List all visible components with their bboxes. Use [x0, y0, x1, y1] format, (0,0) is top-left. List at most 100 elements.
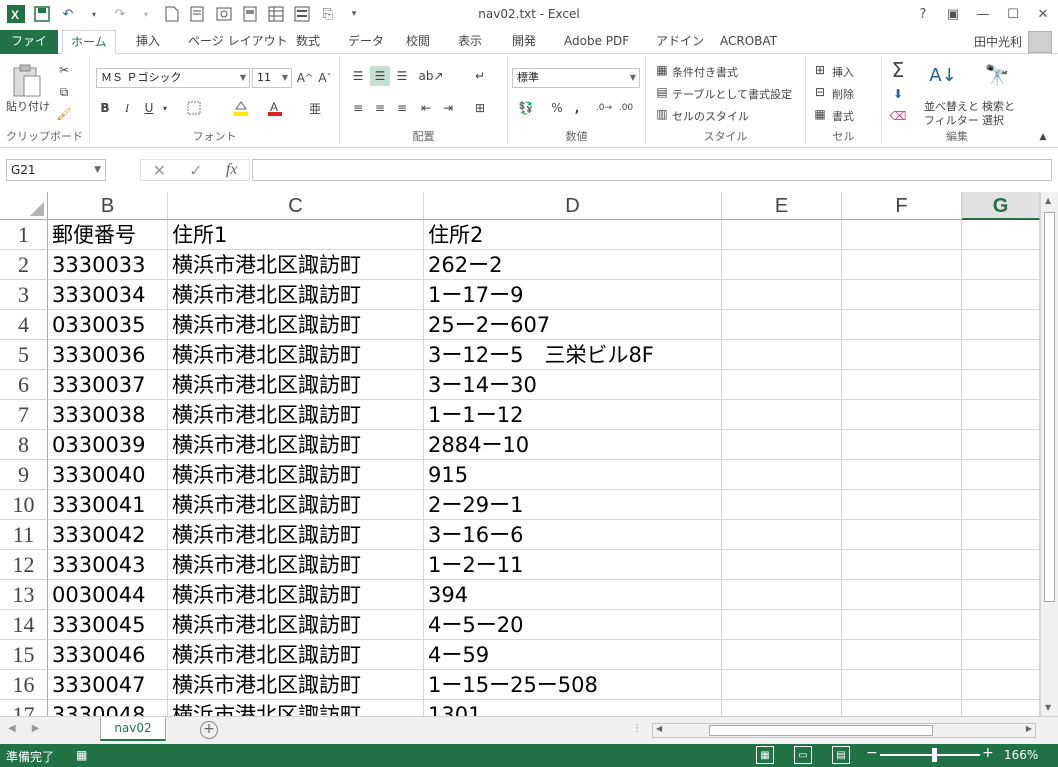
row-header[interactable]: 11 — [0, 520, 48, 550]
cell-f[interactable] — [842, 220, 962, 250]
column-header-d[interactable]: D — [424, 192, 722, 220]
row-header[interactable]: 2 — [0, 250, 48, 280]
cell-styles-icon[interactable]: ▥ — [654, 106, 670, 122]
help-icon[interactable]: ? — [908, 0, 938, 28]
ribbon-display-icon[interactable]: ▣ — [938, 0, 968, 28]
zoom-out-icon[interactable]: − — [866, 745, 878, 761]
cell-b[interactable]: 0030044 — [48, 580, 168, 610]
currency-icon[interactable]: 💱 — [512, 98, 540, 118]
row-header[interactable]: 9 — [0, 460, 48, 490]
column-header-f[interactable]: F — [842, 192, 962, 220]
tab-data[interactable]: データ — [340, 30, 392, 54]
add-sheet-icon[interactable]: + — [200, 721, 218, 739]
cell-d[interactable]: 3ー12ー5 三栄ビル8F — [424, 340, 722, 370]
cell-b[interactable]: 3330038 — [48, 400, 168, 430]
cell-f[interactable] — [842, 490, 962, 520]
enter-icon[interactable]: ✓ — [189, 161, 202, 180]
paste-button[interactable]: 貼り付け — [6, 98, 50, 114]
cell-c[interactable]: 横浜市港北区諏訪町 — [168, 490, 424, 520]
increase-font-icon[interactable]: A ^ — [296, 68, 314, 88]
tab-developer[interactable]: 開発 — [504, 30, 544, 54]
cell-f[interactable] — [842, 280, 962, 310]
cell-b[interactable]: 3330034 — [48, 280, 168, 310]
align-center-icon[interactable]: ≡ — [370, 98, 390, 118]
cell-g[interactable] — [962, 430, 1040, 460]
cell-e[interactable] — [722, 490, 842, 520]
page-layout-view-icon[interactable]: ▭ — [794, 746, 812, 764]
cell-f[interactable] — [842, 370, 962, 400]
cell-d[interactable]: 1301 — [424, 700, 722, 716]
decrease-decimal-icon[interactable]: .00 — [616, 98, 636, 118]
align-top-icon[interactable]: ☰ — [348, 66, 368, 86]
row-header[interactable]: 13 — [0, 580, 48, 610]
maximize-icon[interactable]: ☐ — [998, 0, 1028, 28]
cell-g[interactable] — [962, 610, 1040, 640]
cell-c[interactable]: 横浜市港北区諏訪町 — [168, 460, 424, 490]
zoom-slider[interactable] — [880, 754, 980, 756]
cell-f[interactable] — [842, 460, 962, 490]
conditional-format-button[interactable]: 条件付き書式 — [672, 64, 738, 80]
cell-e[interactable] — [722, 220, 842, 250]
column-header-b[interactable]: B — [48, 192, 168, 220]
cell-f[interactable] — [842, 550, 962, 580]
tab-review[interactable]: 校閲 — [398, 30, 438, 54]
cancel-icon[interactable]: ✕ — [153, 161, 166, 180]
cell-g[interactable] — [962, 220, 1040, 250]
cell-e[interactable] — [722, 640, 842, 670]
phonetic-icon[interactable]: 亜 — [304, 98, 326, 118]
fill-icon[interactable]: ⬇ — [886, 84, 910, 104]
cell-d[interactable]: 4ー59 — [424, 640, 722, 670]
cell-e[interactable] — [722, 670, 842, 700]
sheet-tab-nav02[interactable]: nav02 — [100, 717, 166, 741]
percent-button[interactable]: % — [548, 98, 566, 118]
cell-c[interactable]: 横浜市港北区諏訪町 — [168, 700, 424, 716]
cell-b[interactable]: 3330041 — [48, 490, 168, 520]
name-box[interactable]: G21 ▼ — [6, 159, 106, 181]
merge-cells-icon[interactable]: ⊞ — [470, 98, 490, 118]
cell-b[interactable]: 3330048 — [48, 700, 168, 716]
select-all-button[interactable] — [0, 192, 48, 220]
tab-view[interactable]: 表示 — [450, 30, 490, 54]
zoom-slider-thumb[interactable] — [932, 748, 937, 762]
cell-g[interactable] — [962, 700, 1040, 716]
zoom-in-icon[interactable]: + — [982, 745, 994, 761]
cell-e[interactable] — [722, 250, 842, 280]
fill-color-icon[interactable] — [230, 98, 252, 118]
cell-e[interactable] — [722, 520, 842, 550]
font-size-select[interactable]: 11 ▼ — [252, 68, 292, 88]
scroll-left-icon[interactable]: ◀ — [656, 724, 662, 733]
scroll-down-icon[interactable]: ▼ — [1045, 703, 1051, 712]
decrease-font-icon[interactable]: Aˇ — [316, 68, 334, 88]
decrease-indent-icon[interactable]: ⇤ — [416, 98, 436, 118]
row-header[interactable]: 15 — [0, 640, 48, 670]
column-header-e[interactable]: E — [722, 192, 842, 220]
avatar[interactable] — [1028, 31, 1052, 53]
cell-e[interactable] — [722, 430, 842, 460]
font-name-select[interactable]: ＭＳ Ｐゴシック ▼ — [96, 68, 250, 88]
cell-e[interactable] — [722, 310, 842, 340]
cell-b[interactable]: 3330046 — [48, 640, 168, 670]
cell-g[interactable] — [962, 670, 1040, 700]
cell-g[interactable] — [962, 640, 1040, 670]
increase-decimal-icon[interactable]: .0→ — [594, 98, 614, 118]
insert-function-icon[interactable]: fx — [226, 161, 238, 179]
cell-d[interactable]: 394 — [424, 580, 722, 610]
row-header[interactable]: 14 — [0, 610, 48, 640]
macro-record-icon[interactable]: ▦ — [76, 748, 87, 762]
normal-view-icon[interactable]: ▦ — [756, 746, 774, 764]
font-color-icon[interactable]: A — [264, 98, 286, 118]
cell-g[interactable] — [962, 280, 1040, 310]
cell-f[interactable] — [842, 400, 962, 430]
align-middle-icon[interactable]: ☰ — [370, 66, 390, 86]
orientation-icon[interactable]: ab↗ — [418, 66, 444, 86]
row-header[interactable]: 6 — [0, 370, 48, 400]
cell-c[interactable]: 横浜市港北区諏訪町 — [168, 400, 424, 430]
cell-c[interactable]: 横浜市港北区諏訪町 — [168, 550, 424, 580]
collapse-ribbon-icon[interactable]: ▲ — [1036, 130, 1050, 144]
scroll-thumb[interactable] — [1044, 212, 1055, 602]
cell-e[interactable] — [722, 700, 842, 716]
cell-c[interactable]: 横浜市港北区諏訪町 — [168, 670, 424, 700]
cell-e[interactable] — [722, 370, 842, 400]
page-break-view-icon[interactable]: ▤ — [832, 746, 850, 764]
paste-icon[interactable] — [6, 60, 48, 102]
